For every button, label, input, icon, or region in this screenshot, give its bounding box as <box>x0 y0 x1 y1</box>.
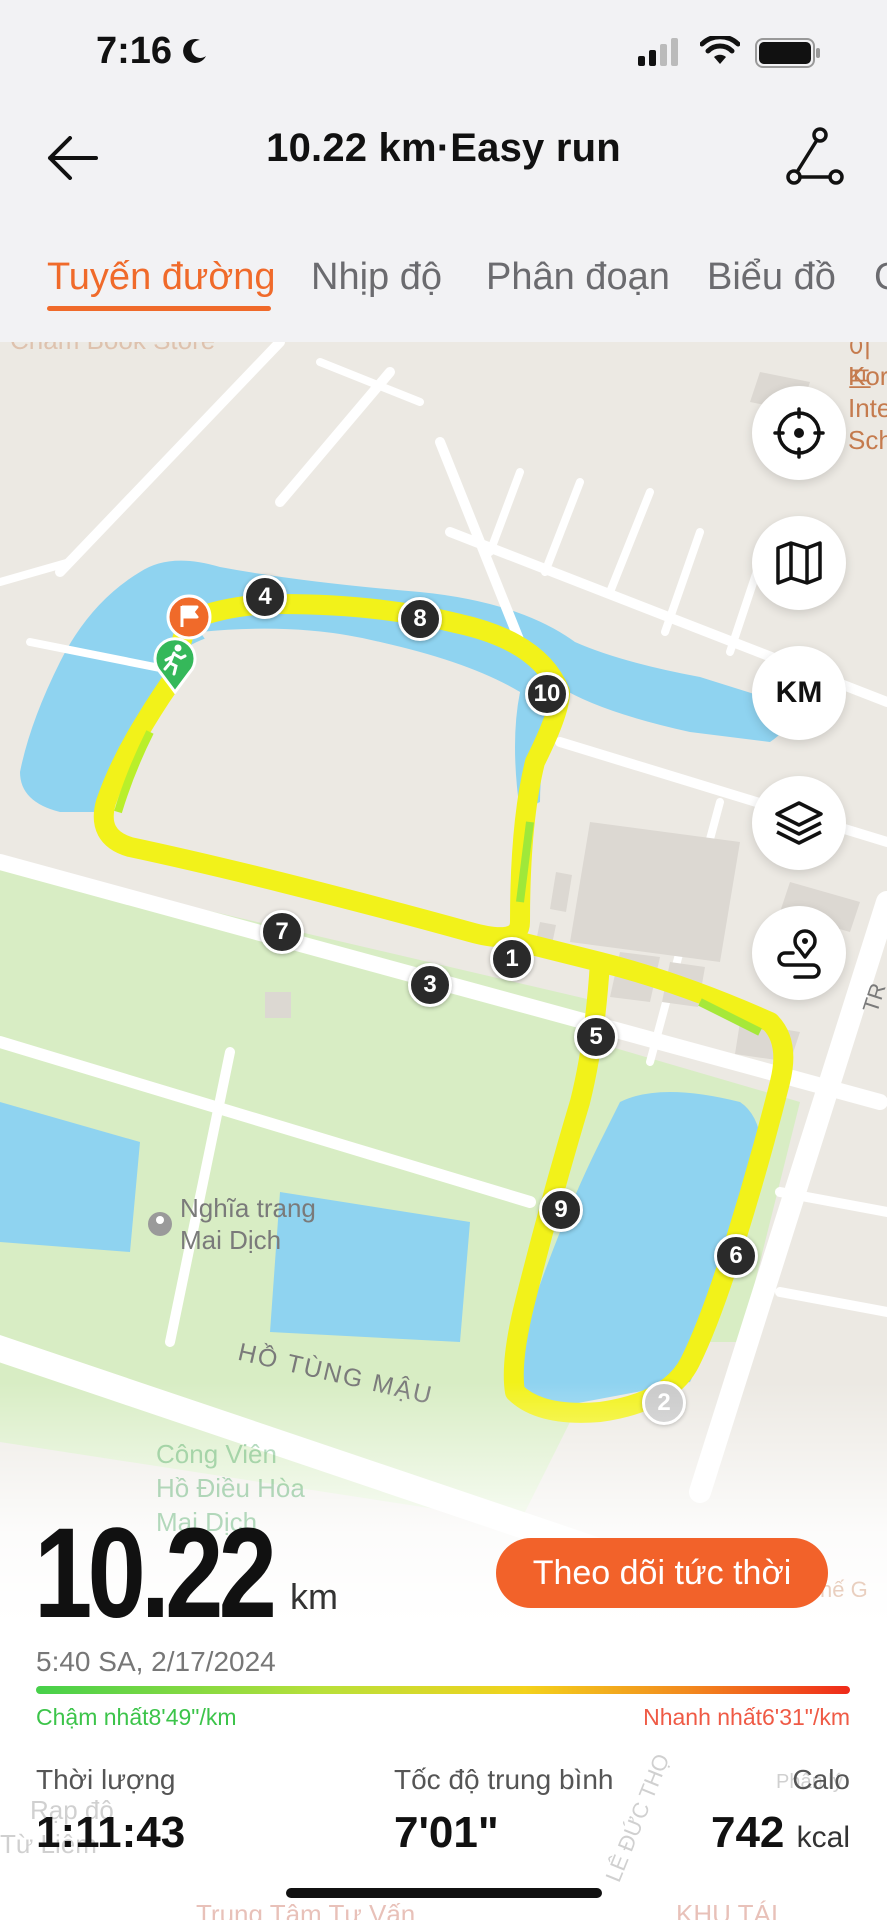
fastest-value: 6'31"/km <box>762 1704 850 1730</box>
tab-route[interactable]: Tuyến đường <box>47 256 276 299</box>
map-style-button[interactable] <box>752 516 846 610</box>
tab-pace[interactable]: Nhịp độ <box>311 256 442 299</box>
layers-button[interactable] <box>752 776 846 870</box>
finish-flag-icon <box>166 594 212 640</box>
map-icon <box>776 541 822 585</box>
run-summary: 10.22 km Theo dõi tức thời 5:40 SA, 2/17… <box>0 1500 887 1920</box>
km-label: KM <box>775 676 823 709</box>
avg-pace-label: Tốc độ trung bình <box>394 1764 614 1795</box>
km-marker[interactable]: 1 <box>490 937 534 981</box>
km-marker[interactable]: 10 <box>525 672 569 716</box>
live-tracking-button[interactable]: Theo dõi tức thời <box>496 1538 828 1608</box>
tab-charts[interactable]: Biểu đồ <box>707 256 836 299</box>
start-runner-icon <box>153 637 197 694</box>
fastest-label: Nhanh nhất <box>643 1704 763 1730</box>
fastest-pace: Nhanh nhất6'31"/km <box>643 1704 850 1731</box>
km-marker[interactable]: 5 <box>574 1015 618 1059</box>
cellular-signal-icon <box>638 38 678 66</box>
locate-button[interactable] <box>752 386 846 480</box>
km-marker[interactable]: 8 <box>398 597 442 641</box>
calories-label: Calo <box>792 1764 850 1795</box>
wifi-icon <box>700 36 740 64</box>
map-label-school-1: Kor <box>848 361 887 391</box>
km-marker[interactable]: 4 <box>243 575 287 619</box>
slowest-value: 8'49"/km <box>148 1704 237 1730</box>
calories-unit: kcal <box>796 1821 850 1854</box>
map-label-school-2: Inte <box>848 393 887 423</box>
status-time: 7:16 <box>96 30 173 72</box>
locate-icon <box>773 407 825 459</box>
route-pin-icon <box>777 929 821 979</box>
km-marker[interactable]: 9 <box>539 1188 583 1232</box>
tab-active-indicator <box>47 306 271 311</box>
layers-icon <box>775 801 823 845</box>
status-bar: 7:16 <box>0 0 887 104</box>
avg-pace-value: 7'01" <box>394 1808 499 1857</box>
tab-segments[interactable]: Phân đoạn <box>486 256 670 299</box>
km-marker[interactable]: 3 <box>408 963 452 1007</box>
map-label-school-3: Sch <box>848 425 887 455</box>
km-marker[interactable]: 6 <box>714 1234 758 1278</box>
tab-bar: Tuyến đường Nhịp độ Phân đoạn Biểu đồ G <box>0 240 887 320</box>
pace-gradient-bar <box>36 1686 850 1694</box>
km-toggle-button[interactable]: KM <box>752 646 846 740</box>
duration-value: 1:11:43 <box>36 1808 186 1857</box>
home-indicator <box>286 1888 602 1898</box>
tab-more[interactable]: G <box>874 256 887 299</box>
battery-icon <box>755 38 820 68</box>
route-share-button[interactable] <box>783 124 847 188</box>
slowest-pace: Chậm nhất8'49"/km <box>36 1704 237 1731</box>
slowest-label: Chậm nhất <box>36 1704 149 1730</box>
map-label-cemetery-2: Mai Dịch <box>180 1225 282 1255</box>
calories-value: 742 <box>710 1808 785 1857</box>
route-nodes-icon <box>786 127 844 185</box>
run-date: 5:40 SA, 2/17/2024 <box>36 1646 276 1677</box>
route-pin-button[interactable] <box>752 906 846 1000</box>
distance-unit: km <box>290 1576 338 1617</box>
map-label-park-1: Công Viên <box>156 1439 277 1469</box>
header: 10.22 km·Easy run <box>0 104 887 224</box>
km-marker[interactable]: 7 <box>260 910 304 954</box>
page-title: 10.22 km·Easy run <box>266 126 621 170</box>
calories-block: 742 kcal <box>711 1808 850 1858</box>
map-label-store: Cham Book Store <box>10 342 215 356</box>
map-label-cemetery-1: Nghĩa trang <box>180 1193 316 1223</box>
duration-label: Thời lượng <box>36 1764 176 1795</box>
moon-icon <box>183 38 206 63</box>
distance-value: 10.22 <box>34 1502 277 1645</box>
